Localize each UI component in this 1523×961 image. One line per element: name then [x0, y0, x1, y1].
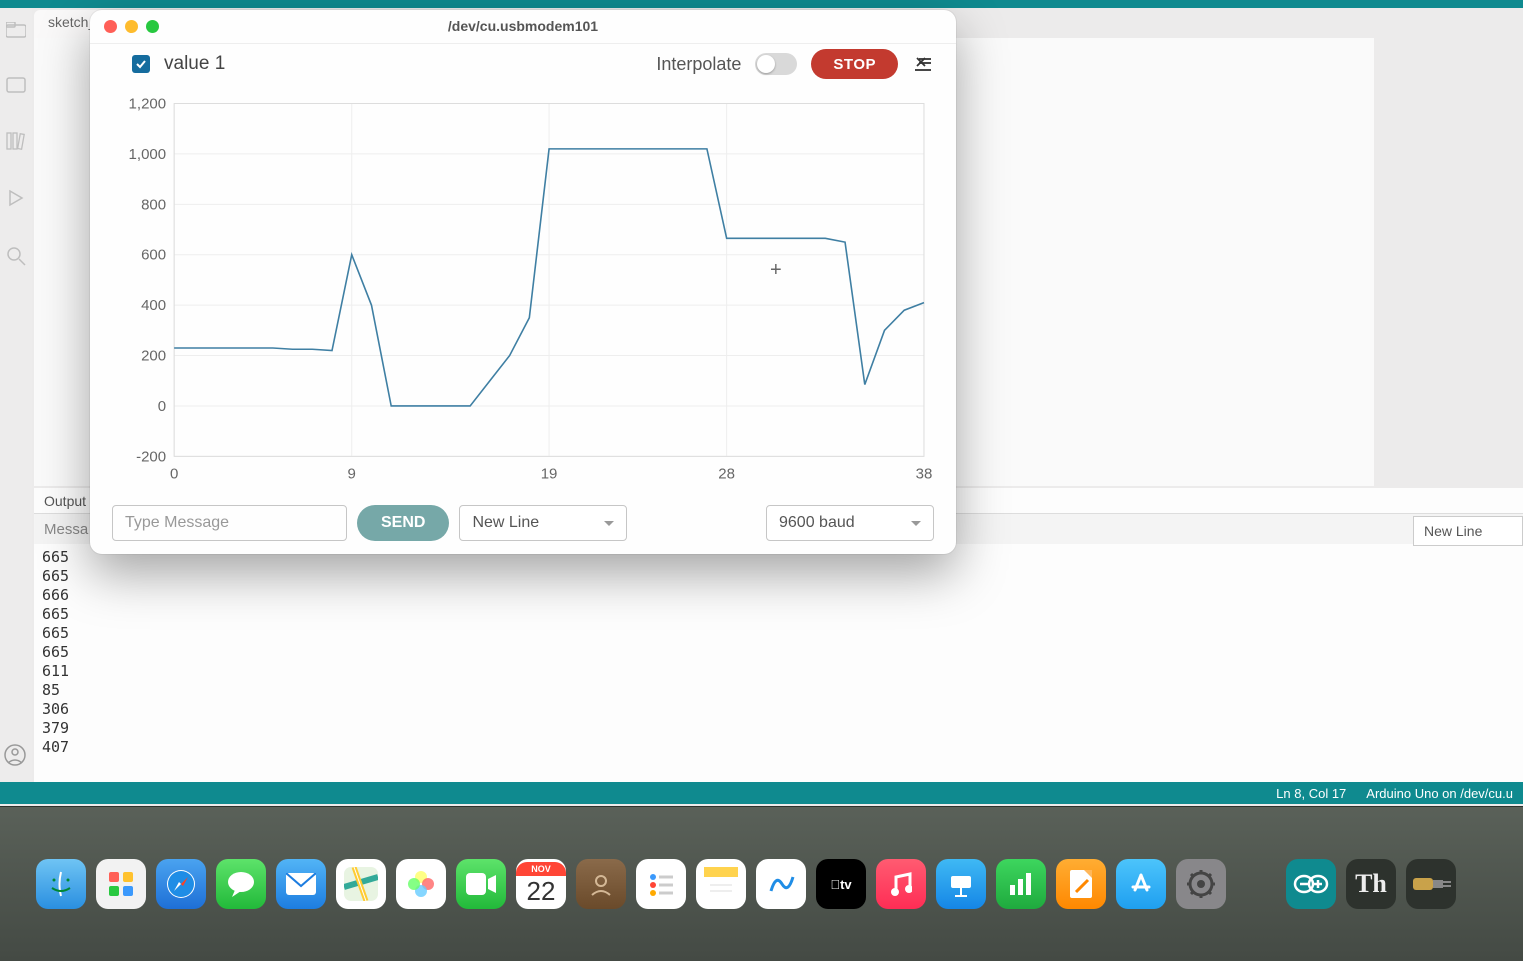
- plotter-toolbar: value 1 Interpolate STOP: [90, 44, 956, 85]
- messages-icon[interactable]: [216, 859, 266, 909]
- svg-text:800: 800: [141, 196, 166, 213]
- series-label: value 1: [164, 53, 225, 75]
- appletv-icon[interactable]: tv: [816, 859, 866, 909]
- svg-text:1,000: 1,000: [129, 146, 167, 163]
- log-line: 85: [42, 681, 1515, 700]
- calendar-month: NOV: [516, 862, 566, 876]
- library-icon[interactable]: [6, 132, 26, 155]
- freeform-icon[interactable]: [756, 859, 806, 909]
- fullscreen-icon[interactable]: [146, 20, 159, 33]
- arduino-icon[interactable]: [1286, 859, 1336, 909]
- safari-icon[interactable]: [156, 859, 206, 909]
- svg-text:0: 0: [158, 398, 166, 415]
- clear-icon[interactable]: [912, 53, 934, 75]
- mail-icon[interactable]: [276, 859, 326, 909]
- settings-icon[interactable]: [1176, 859, 1226, 909]
- numbers-icon[interactable]: [996, 859, 1046, 909]
- svg-text:200: 200: [141, 348, 166, 365]
- cursor-position: Ln 8, Col 17: [1276, 786, 1346, 801]
- plot-area[interactable]: 09192838-20002004006008001,0001,200 +: [112, 91, 934, 487]
- folder-icon[interactable]: [6, 22, 26, 43]
- svg-text:28: 28: [718, 465, 735, 482]
- svg-text:19: 19: [541, 465, 558, 482]
- stop-button[interactable]: STOP: [811, 49, 898, 79]
- serial-log: 66566566666566566561185306379407: [34, 544, 1523, 761]
- ide-sidebar: [0, 8, 32, 782]
- board-info: Arduino Uno on /dev/cu.u: [1366, 786, 1513, 801]
- macos-dock: NOV 22 tv Th: [0, 806, 1523, 961]
- log-line: 611: [42, 662, 1515, 681]
- svg-text:9: 9: [348, 465, 356, 482]
- keynote-icon[interactable]: [936, 859, 986, 909]
- interpolate-label: Interpolate: [656, 54, 741, 75]
- serial-plotter-window: /dev/cu.usbmodem101 value 1 Interpolate …: [90, 10, 956, 554]
- svg-text:0: 0: [170, 465, 178, 482]
- log-line: 665: [42, 605, 1515, 624]
- log-line: 306: [42, 700, 1515, 719]
- app-topbar: [0, 0, 1523, 8]
- line-ending-select-bg[interactable]: New Line: [1413, 516, 1523, 546]
- plotter-bottom-bar: Type Message SEND New Line 9600 baud: [90, 493, 956, 554]
- facetime-icon[interactable]: [456, 859, 506, 909]
- chart-svg: 09192838-20002004006008001,0001,200: [112, 91, 934, 487]
- user-icon[interactable]: [4, 744, 26, 771]
- line-ending-select[interactable]: New Line: [459, 505, 627, 541]
- log-line: 379: [42, 719, 1515, 738]
- serial-device-icon[interactable]: [1406, 859, 1456, 909]
- message-input[interactable]: Type Message: [112, 505, 347, 541]
- board-icon[interactable]: [6, 77, 26, 98]
- pages-icon[interactable]: [1056, 859, 1106, 909]
- log-line: 407: [42, 738, 1515, 757]
- close-icon[interactable]: [104, 20, 117, 33]
- interpolate-toggle[interactable]: [755, 53, 797, 75]
- svg-text:1,200: 1,200: [129, 95, 167, 112]
- thonny-icon[interactable]: Th: [1346, 859, 1396, 909]
- calendar-icon[interactable]: NOV 22: [516, 859, 566, 909]
- window-title: /dev/cu.usbmodem101: [90, 18, 956, 34]
- send-button[interactable]: SEND: [357, 505, 449, 541]
- maps-icon[interactable]: [336, 859, 386, 909]
- svg-text:400: 400: [141, 297, 166, 314]
- svg-text:38: 38: [916, 465, 933, 482]
- status-bar: Ln 8, Col 17 Arduino Uno on /dev/cu.u: [0, 782, 1523, 804]
- message-label: Messa: [44, 521, 88, 538]
- svg-text:-200: -200: [136, 448, 166, 465]
- reminders-icon[interactable]: [636, 859, 686, 909]
- calendar-day: 22: [527, 876, 556, 907]
- minimize-icon[interactable]: [125, 20, 138, 33]
- music-icon[interactable]: [876, 859, 926, 909]
- traffic-lights: [90, 20, 159, 33]
- log-line: 665: [42, 567, 1515, 586]
- series-checkbox[interactable]: [132, 55, 150, 73]
- appstore-icon[interactable]: [1116, 859, 1166, 909]
- contacts-icon[interactable]: [576, 859, 626, 909]
- log-line: 665: [42, 624, 1515, 643]
- notes-icon[interactable]: [696, 859, 746, 909]
- launchpad-icon[interactable]: [96, 859, 146, 909]
- log-line: 665: [42, 643, 1515, 662]
- svg-text:600: 600: [141, 247, 166, 264]
- titlebar[interactable]: /dev/cu.usbmodem101: [90, 10, 956, 44]
- finder-icon[interactable]: [36, 859, 86, 909]
- search-icon[interactable]: [6, 246, 26, 271]
- log-line: 666: [42, 586, 1515, 605]
- photos-icon[interactable]: [396, 859, 446, 909]
- debug-icon[interactable]: [6, 189, 26, 212]
- baud-select[interactable]: 9600 baud: [766, 505, 934, 541]
